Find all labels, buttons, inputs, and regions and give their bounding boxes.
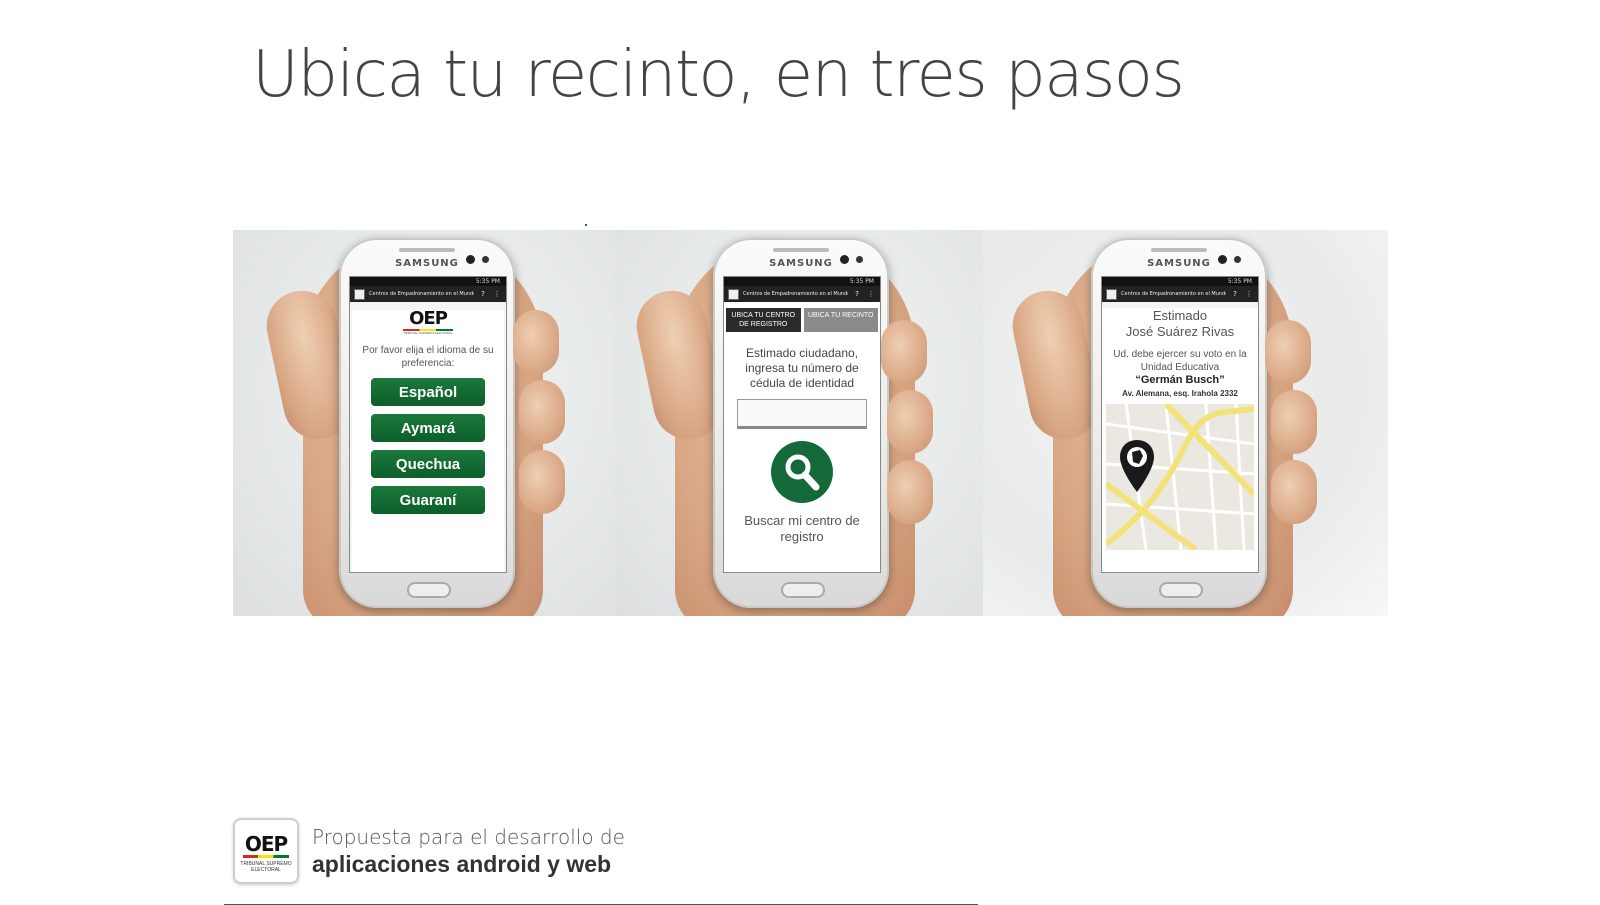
overflow-menu-icon[interactable]: ⋮ (492, 286, 502, 302)
language-button-aymara[interactable]: Aymará (371, 414, 485, 442)
home-button (781, 582, 825, 598)
home-button (1159, 582, 1203, 598)
finger (519, 450, 565, 514)
question-icon[interactable]: ? (1230, 286, 1240, 302)
step-1-photo: SAMSUNG 5:35 PM Centros de Empadronamien… (233, 230, 615, 616)
app-action-bar: Centros de Empadronamiento en el Mundo ?… (1102, 286, 1258, 302)
sensor-icon (1234, 256, 1241, 263)
language-button-quechua[interactable]: Quechua (371, 450, 485, 478)
greeting-label: Estimado (1152, 308, 1208, 323)
camera-icon (1218, 255, 1227, 264)
phone-speaker (399, 248, 455, 252)
language-prompt: Por favor elija el idioma de su preferen… (362, 345, 494, 369)
oep-logo: OEP TRIBUNAL SUPREMO ELECTORAL (233, 818, 299, 884)
location-map[interactable] (1106, 404, 1254, 550)
overflow-menu-icon[interactable]: ⋮ (866, 286, 876, 302)
app-title: Centros de Empadronamiento en el Mundo (1121, 291, 1226, 297)
question-icon[interactable]: ? (478, 286, 488, 302)
status-bar: 5:35 PM (724, 277, 880, 286)
voter-name: José Suárez Rivas (1125, 324, 1235, 339)
result-screen: Estimado José Suárez Rivas Ud. debe ejer… (1102, 308, 1258, 572)
sensor-icon (856, 256, 863, 263)
finger (887, 390, 933, 454)
oep-logo-text: OEP (244, 832, 288, 856)
page-headline: Ubica tu recinto, en tres pasos (252, 38, 1185, 112)
app-icon (1106, 288, 1117, 300)
finger (1271, 460, 1317, 524)
camera-icon (840, 255, 849, 264)
phone-speaker (1151, 248, 1207, 252)
id-number-input[interactable] (737, 399, 867, 429)
phone-screen: 5:35 PM Centros de Empadronamiento en el… (349, 276, 507, 573)
oep-logo-subtitle: TRIBUNAL SUPREMO ELECTORAL (240, 861, 292, 873)
finger (519, 380, 565, 444)
step-2-photo: SAMSUNG 5:35 PM Centros de Empadronamien… (615, 230, 983, 616)
footer-tagline: Propuesta para el desarrollo de (312, 825, 625, 849)
footer-title: aplicaciones android y web (312, 851, 612, 877)
vote-message: Ud. debe ejercer su voto en la Unidad Ed… (1113, 349, 1247, 373)
finger (1265, 320, 1311, 384)
finger (887, 460, 933, 524)
search-icon (785, 454, 820, 491)
phone-speaker (773, 248, 829, 252)
app-title: Centros de Empadronamiento en el Mundo (743, 291, 848, 297)
tab-bar: UBICA TU CENTRO DE REGISTRO UBICA TU REC… (724, 302, 880, 332)
phone-screen: 5:35 PM Centros de Empadronamiento en el… (1101, 276, 1259, 573)
school-name: “Germán Busch” (1135, 374, 1225, 386)
app-icon (728, 288, 739, 300)
overflow-menu-icon[interactable]: ⋮ (1244, 286, 1254, 302)
oep-logo: OEP TRIBUNAL SUPREMO ELECTORAL (403, 308, 453, 335)
search-caption: Buscar mi centro de registro (744, 513, 860, 544)
phone-screen: 5:35 PM Centros de Empadronamiento en el… (723, 276, 881, 573)
tab-ubica-recinto[interactable]: UBICA TU RECINTO (803, 308, 878, 332)
finger (513, 310, 559, 374)
finger (881, 320, 927, 384)
tab-ubica-centro[interactable]: UBICA TU CENTRO DE REGISTRO (726, 308, 801, 332)
finger (1271, 390, 1317, 454)
smartphone: SAMSUNG 5:35 PM Centros de Empadronamien… (713, 238, 889, 608)
school-address: Av. Alemana, esq. Irahola 2332 (1122, 389, 1238, 398)
status-bar: 5:35 PM (1102, 277, 1258, 286)
language-button-espanol[interactable]: Español (371, 378, 485, 406)
home-button (407, 582, 451, 598)
language-button-guarani[interactable]: Guaraní (371, 486, 485, 514)
id-instructions: Estimado ciudadano, ingresa tu número de… (745, 346, 859, 390)
camera-icon (466, 255, 475, 264)
greeting: Estimado José Suárez Rivas (1102, 308, 1258, 340)
question-icon[interactable]: ? (852, 286, 862, 302)
map-pin-icon (1120, 440, 1154, 492)
step-3-photo: SAMSUNG 5:35 PM Centros de Empadronamien… (983, 230, 1388, 616)
app-action-bar: Centros de Empadronamiento en el Mundo ?… (724, 286, 880, 302)
status-bar: 5:35 PM (350, 277, 506, 286)
smartphone: SAMSUNG 5:35 PM Centros de Empadronamien… (339, 238, 515, 608)
app-icon (354, 288, 365, 300)
stray-dot (585, 224, 587, 226)
search-button[interactable] (771, 441, 833, 503)
language-screen: OEP TRIBUNAL SUPREMO ELECTORAL Por favor… (352, 308, 504, 572)
flag-stripe (243, 855, 289, 858)
search-screen: UBICA TU CENTRO DE REGISTRO UBICA TU REC… (724, 302, 880, 572)
app-action-bar: Centros de Empadronamiento en el Mundo ?… (350, 286, 506, 302)
app-title: Centros de Empadronamiento en el Mundo (369, 291, 474, 297)
smartphone: SAMSUNG 5:35 PM Centros de Empadronamien… (1091, 238, 1267, 608)
sensor-icon (482, 256, 489, 263)
